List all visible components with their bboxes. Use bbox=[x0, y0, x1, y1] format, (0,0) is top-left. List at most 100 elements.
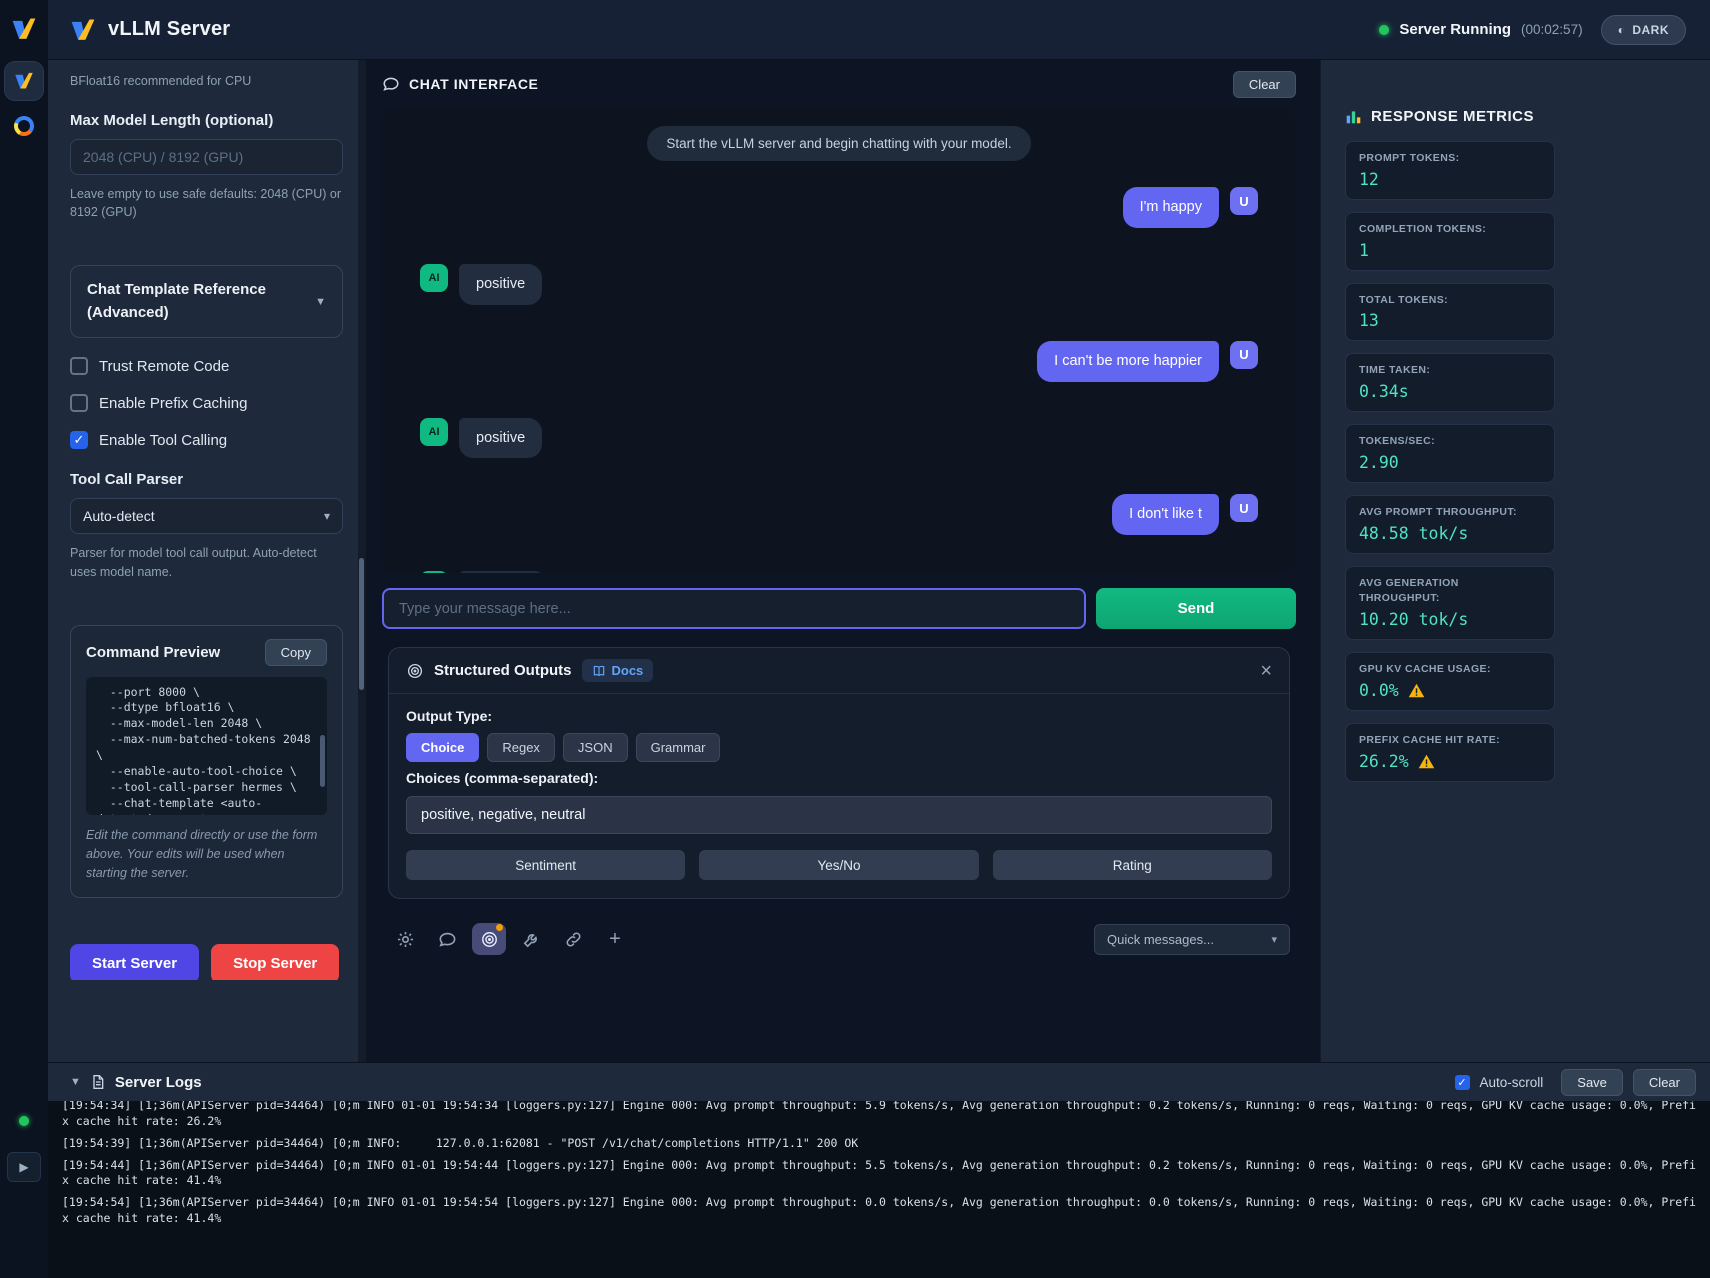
user-message-bubble: I'm happy bbox=[1123, 187, 1219, 228]
server-status-dot bbox=[1379, 25, 1389, 35]
document-icon bbox=[90, 1074, 106, 1090]
metric-total-tokens: TOTAL TOKENS: 13 bbox=[1345, 283, 1555, 342]
link-icon[interactable] bbox=[556, 923, 590, 955]
metric-gpu-kv-cache-usage: GPU KV CACHE USAGE: 0.0% bbox=[1345, 652, 1555, 711]
chat-panel: CHAT INTERFACE Clear Start the vLLM serv… bbox=[366, 60, 1320, 1062]
metric-tokens-per-sec: TOKENS/SEC: 2.90 bbox=[1345, 424, 1555, 483]
send-button[interactable]: Send bbox=[1096, 588, 1296, 629]
ai-message-bubble: negative bbox=[459, 571, 548, 573]
structured-outputs-title: Structured Outputs bbox=[434, 662, 572, 679]
structured-outputs-panel: Structured Outputs Docs × Output Type: C… bbox=[388, 647, 1290, 899]
app-root: ▶ vLLM Server Server Running (00:02:57) … bbox=[0, 0, 1710, 1278]
wrench-icon[interactable] bbox=[514, 923, 548, 955]
structured-outputs-target-icon[interactable] bbox=[472, 923, 506, 955]
command-preview-code[interactable]: --port 8000 \ --dtype bfloat16 \ --max-m… bbox=[86, 677, 327, 815]
quick-messages-select[interactable]: Quick messages... ▾ bbox=[1094, 924, 1290, 955]
output-type-grammar-button[interactable]: Grammar bbox=[636, 733, 721, 762]
ai-avatar: AI bbox=[420, 571, 448, 573]
notification-dot bbox=[496, 924, 503, 931]
command-preview-help: Edit the command directly or use the for… bbox=[86, 826, 327, 884]
chat-system-notice: Start the vLLM server and begin chatting… bbox=[647, 126, 1030, 161]
server-status-text: Server Running bbox=[1399, 21, 1511, 38]
user-message-bubble: I can't be more happier bbox=[1037, 341, 1219, 382]
plus-icon[interactable]: + bbox=[598, 923, 632, 955]
choices-label: Choices (comma-separated): bbox=[406, 770, 1272, 786]
output-type-regex-button[interactable]: Regex bbox=[487, 733, 555, 762]
log-line: [19:54:54] [1;36m(APIServer pid=34464) [… bbox=[62, 1195, 1696, 1227]
chat-message-ai: AI negative bbox=[420, 571, 1258, 573]
stop-server-button[interactable]: Stop Server bbox=[211, 944, 339, 980]
play-icon: ▶ bbox=[19, 1160, 28, 1174]
ai-avatar: AI bbox=[420, 418, 448, 446]
metrics-panel: RESPONSE METRICS PROMPT TOKENS: 12 COMPL… bbox=[1320, 60, 1710, 1062]
server-logs-title: Server Logs bbox=[115, 1074, 202, 1091]
metric-avg-generation-throughput: AVG GENERATION THROUGHPUT: 10.20 tok/s bbox=[1345, 566, 1555, 641]
metric-prompt-tokens: PROMPT TOKENS: 12 bbox=[1345, 141, 1555, 200]
vllm-logo-icon bbox=[70, 17, 96, 43]
output-type-choice-button[interactable]: Choice bbox=[406, 733, 479, 762]
metric-completion-tokens: COMPLETION TOKENS: 1 bbox=[1345, 212, 1555, 271]
chat-bubble-icon[interactable] bbox=[430, 923, 464, 955]
rail-secondary-app-icon[interactable] bbox=[14, 116, 34, 136]
choices-input[interactable] bbox=[406, 796, 1272, 834]
max-model-length-input[interactable] bbox=[70, 139, 343, 175]
log-line: [19:54:39] [1;36m(APIServer pid=34464) [… bbox=[62, 1136, 1696, 1152]
metric-time-taken: TIME TAKEN: 0.34s bbox=[1345, 353, 1555, 412]
top-header: vLLM Server Server Running (00:02:57) ◐ … bbox=[48, 0, 1710, 60]
metrics-title: RESPONSE METRICS bbox=[1371, 108, 1534, 125]
autoscroll-checkbox[interactable]: ✓ bbox=[1455, 1075, 1470, 1090]
app-title: vLLM Server bbox=[108, 18, 230, 41]
trust-remote-code-checkbox[interactable]: Trust Remote Code bbox=[70, 357, 343, 375]
user-message-bubble: I don't like t bbox=[1112, 494, 1219, 535]
sidebar-scrollbar[interactable] bbox=[358, 60, 365, 1062]
preset-sentiment-button[interactable]: Sentiment bbox=[406, 850, 685, 880]
rail-item-vllm-server[interactable] bbox=[5, 62, 43, 100]
chat-message-input[interactable] bbox=[382, 588, 1086, 629]
command-preview-title: Command Preview bbox=[86, 644, 220, 661]
save-logs-button[interactable]: Save bbox=[1561, 1069, 1623, 1096]
chevron-down-icon: ▼ bbox=[315, 296, 326, 308]
clear-chat-button[interactable]: Clear bbox=[1233, 71, 1296, 98]
copy-command-button[interactable]: Copy bbox=[265, 639, 327, 666]
server-uptime: (00:02:57) bbox=[1521, 22, 1583, 37]
metric-avg-prompt-throughput: AVG PROMPT THROUGHPUT: 48.58 tok/s bbox=[1345, 495, 1555, 554]
command-preview-card: Command Preview Copy --port 8000 \ --dty… bbox=[70, 625, 343, 898]
sidebar-scrollbar-thumb[interactable] bbox=[359, 558, 364, 690]
ai-message-bubble: positive bbox=[459, 264, 542, 305]
ai-avatar: AI bbox=[420, 264, 448, 292]
warning-icon bbox=[1418, 753, 1435, 770]
chat-message-ai: AI positive bbox=[420, 418, 1258, 459]
checkbox-checked[interactable]: ✓ bbox=[70, 431, 88, 449]
enable-tool-calling-checkbox[interactable]: ✓ Enable Tool Calling bbox=[70, 431, 343, 449]
preset-yesno-button[interactable]: Yes/No bbox=[699, 850, 978, 880]
app-rail: ▶ bbox=[0, 0, 48, 1278]
start-server-button[interactable]: Start Server bbox=[70, 944, 199, 980]
chat-interface-title: CHAT INTERFACE bbox=[409, 76, 538, 92]
metric-prefix-cache-hit-rate: PREFIX CACHE HIT RATE: 26.2% bbox=[1345, 723, 1555, 782]
tool-call-parser-help: Parser for model tool call output. Auto-… bbox=[70, 544, 343, 580]
theme-toggle-button[interactable]: ◐ DARK bbox=[1601, 15, 1686, 45]
collapse-chevron-icon[interactable]: ▼ bbox=[70, 1076, 81, 1088]
output-type-label: Output Type: bbox=[406, 708, 1272, 724]
rail-status-dot bbox=[19, 1116, 29, 1126]
chat-template-reference-toggle[interactable]: Chat Template Reference (Advanced) ▼ bbox=[70, 265, 343, 338]
log-output[interactable]: [19:54:34] [1;36m(APIServer pid=34464) [… bbox=[48, 1101, 1710, 1278]
preset-rating-button[interactable]: Rating bbox=[993, 850, 1272, 880]
command-scrollbar[interactable] bbox=[320, 735, 325, 787]
docs-link[interactable]: Docs bbox=[582, 659, 654, 682]
checkbox-unchecked[interactable] bbox=[70, 394, 88, 412]
select-caret-icon: ▾ bbox=[324, 509, 330, 523]
close-icon[interactable]: × bbox=[1260, 661, 1272, 681]
log-line: [19:54:44] [1;36m(APIServer pid=34464) [… bbox=[62, 1158, 1696, 1190]
max-model-length-label: Max Model Length (optional) bbox=[70, 112, 343, 129]
settings-gear-icon[interactable] bbox=[388, 923, 422, 955]
theme-contrast-icon: ◐ bbox=[1618, 23, 1626, 37]
chat-message-user: I don't like t U bbox=[420, 494, 1258, 535]
rail-expand-button[interactable]: ▶ bbox=[7, 1152, 41, 1182]
checkbox-unchecked[interactable] bbox=[70, 357, 88, 375]
tool-call-parser-select[interactable]: Auto-detect ▾ bbox=[70, 498, 343, 534]
clear-logs-button[interactable]: Clear bbox=[1633, 1069, 1696, 1096]
chat-template-reference-label: Chat Template Reference (Advanced) bbox=[87, 279, 307, 324]
output-type-json-button[interactable]: JSON bbox=[563, 733, 628, 762]
enable-prefix-caching-checkbox[interactable]: Enable Prefix Caching bbox=[70, 394, 343, 412]
